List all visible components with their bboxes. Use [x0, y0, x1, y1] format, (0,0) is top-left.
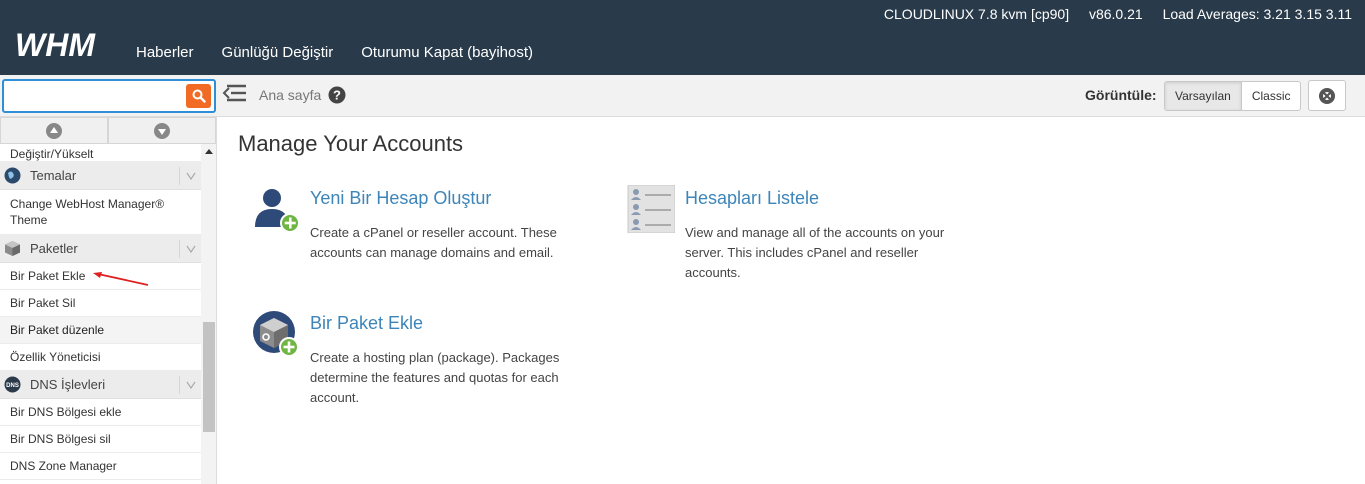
- sidebar-menu: Değiştir/Yükselt Temalar Change WebHost …: [0, 144, 201, 480]
- sidebar-item-label: Özellik Yöneticisi: [10, 350, 101, 364]
- sidebar-item-label: Bir Paket düzenle: [10, 323, 105, 337]
- scrollbar-thumb[interactable]: [203, 322, 215, 432]
- sidebar-item-label: Bir DNS Bölgesi sil: [10, 432, 111, 446]
- sidebar-scroll-controls: [0, 117, 216, 144]
- arrow-down-icon: [154, 122, 170, 139]
- sidebar-category-packages[interactable]: Paketler: [0, 235, 201, 263]
- server-info: CLOUDLINUX 7.8 kvm [cp90] v86.0.21 Load …: [868, 6, 1352, 22]
- add-package-link[interactable]: Bir Paket Ekle: [310, 313, 423, 334]
- view-classic-button[interactable]: Classic: [1242, 82, 1301, 110]
- globe-icon: [4, 167, 21, 184]
- view-default-button[interactable]: Varsayılan: [1165, 82, 1242, 110]
- sidebar-item-feature-manager[interactable]: Özellik Yöneticisi: [0, 344, 201, 371]
- sidebar-scrollbar[interactable]: [201, 144, 216, 484]
- search-button[interactable]: [186, 84, 211, 108]
- chevron-down-icon[interactable]: [179, 376, 201, 394]
- sidebar: Değiştir/Yükselt Temalar Change WebHost …: [0, 117, 217, 484]
- package-icon: [5, 241, 20, 256]
- load-averages: Load Averages: 3.21 3.15 3.11: [1162, 6, 1352, 22]
- whm-logo[interactable]: WHM: [15, 30, 117, 60]
- sidebar-item-label: DNS Zone Manager: [10, 459, 117, 473]
- create-account-description: Create a cPanel or reseller account. The…: [310, 225, 557, 260]
- main-content: Manage Your Accounts Yeni Bir Hesap Oluş…: [218, 117, 1365, 484]
- page-title: Manage Your Accounts: [238, 131, 464, 156]
- arrow-up-icon: [46, 122, 62, 139]
- list-accounts-description: View and manage all of the accounts on y…: [685, 225, 945, 280]
- sidebar-item-label: Change WebHost Manager® Theme: [10, 197, 165, 227]
- scroll-down-button[interactable]: [108, 117, 216, 144]
- svg-text:?: ?: [333, 88, 341, 103]
- sidebar-category-themes[interactable]: Temalar: [0, 162, 201, 190]
- sidebar-item-label: Bir Paket Sil: [10, 296, 76, 310]
- annotation-arrow-icon: [93, 272, 149, 286]
- view-toggle: Varsayılan Classic: [1164, 81, 1302, 111]
- sidebar-category-dns[interactable]: DNS DNS İşlevleri: [0, 371, 201, 399]
- dns-icon: DNS: [4, 376, 21, 393]
- category-label: Temalar: [30, 168, 77, 183]
- help-icon[interactable]: ?: [328, 86, 346, 104]
- add-package-icon[interactable]: [252, 310, 300, 358]
- collapse-menu-icon[interactable]: [222, 83, 248, 105]
- add-package-description: Create a hosting plan (package). Package…: [310, 350, 560, 405]
- sidebar-item-add-package[interactable]: Bir Paket Ekle: [0, 263, 201, 290]
- account-list-icon[interactable]: [627, 185, 675, 233]
- sidebar-item-upgrade[interactable]: Değiştir/Yükselt: [0, 144, 201, 162]
- close-circle-icon: [1319, 87, 1335, 104]
- nav-news[interactable]: Haberler: [136, 44, 194, 61]
- scroll-up-button[interactable]: [0, 117, 108, 144]
- category-label: DNS İşlevleri: [30, 377, 106, 392]
- sidebar-item-dns-zone-manager[interactable]: DNS Zone Manager: [0, 453, 201, 480]
- sidebar-item-delete-package[interactable]: Bir Paket Sil: [0, 290, 201, 317]
- version-info: v86.0.21: [1088, 6, 1143, 22]
- category-label: Paketler: [30, 241, 78, 256]
- nav-logout[interactable]: Oturumu Kapat (bayihost): [361, 44, 533, 61]
- chevron-down-icon[interactable]: [179, 240, 201, 258]
- list-accounts-link[interactable]: Hesapları Listele: [685, 188, 819, 209]
- search-input[interactable]: [8, 84, 184, 108]
- logo-text: WHM: [15, 30, 96, 60]
- top-nav: Haberler Günlüğü Değiştir Oturumu Kapat …: [136, 44, 561, 61]
- view-label: Görüntüle:: [1085, 87, 1157, 103]
- nav-changelog[interactable]: Günlüğü Değiştir: [222, 44, 334, 61]
- sidebar-item-delete-dns-zone[interactable]: Bir DNS Bölgesi sil: [0, 426, 201, 453]
- close-button[interactable]: [1308, 80, 1346, 111]
- sidebar-item-add-dns-zone[interactable]: Bir DNS Bölgesi ekle: [0, 399, 201, 426]
- add-user-icon[interactable]: [252, 185, 300, 233]
- sidebar-item-label: Değiştir/Yükselt: [10, 147, 94, 161]
- sidebar-item-edit-package[interactable]: Bir Paket düzenle: [0, 317, 201, 344]
- toolbar: Ana sayfa ? Görüntüle: Varsayılan Classi…: [0, 75, 1365, 117]
- sidebar-item-label: Bir DNS Bölgesi ekle: [10, 405, 122, 419]
- os-info: CLOUDLINUX 7.8 kvm [cp90]: [883, 6, 1070, 22]
- top-header: CLOUDLINUX 7.8 kvm [cp90] v86.0.21 Load …: [0, 0, 1365, 75]
- scrollbar-up-arrow-icon[interactable]: [205, 149, 213, 154]
- breadcrumb-home[interactable]: Ana sayfa: [259, 87, 321, 103]
- dns-badge-text: DNS: [6, 383, 19, 389]
- sidebar-item-change-theme[interactable]: Change WebHost Manager® Theme: [0, 190, 201, 235]
- search-icon: [192, 89, 206, 103]
- search-box: [2, 79, 216, 113]
- chevron-down-icon[interactable]: [179, 167, 201, 185]
- sidebar-item-label: Bir Paket Ekle: [10, 269, 86, 283]
- create-account-link[interactable]: Yeni Bir Hesap Oluştur: [310, 188, 491, 209]
